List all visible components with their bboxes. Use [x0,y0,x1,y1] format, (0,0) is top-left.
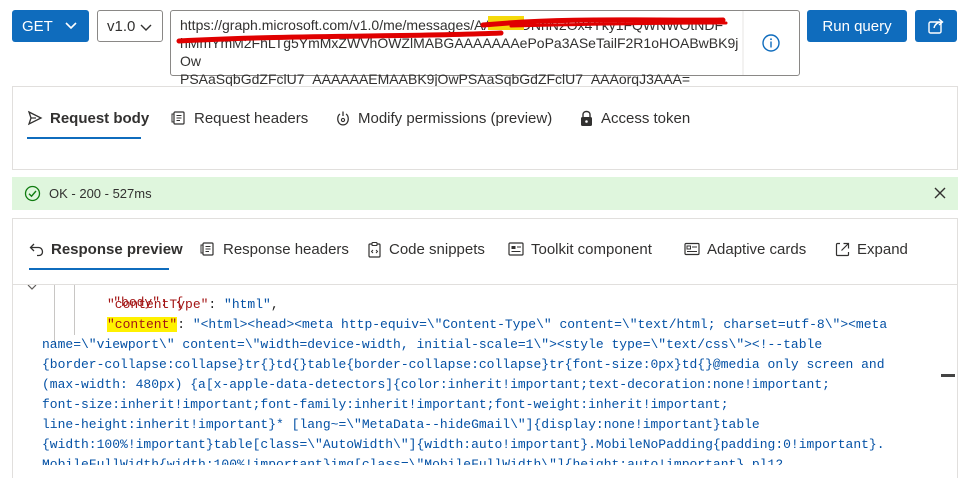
code-line: (max-width: 480px) {a[x-apple-data-detec… [42,377,830,392]
permissions-icon [337,111,349,126]
active-tab-indicator [29,268,169,270]
code-line: name=\"viewport\" content=\"width=device… [42,337,823,352]
toolkit-icon [508,242,524,256]
headers-icon [171,111,185,125]
tab-label: Toolkit component [531,240,652,258]
tab-request-headers[interactable]: Request headers [171,108,308,128]
http-method-dropdown[interactable]: GET [12,10,89,42]
close-icon[interactable] [934,187,946,199]
check-circle-icon [24,185,41,202]
tab-expand[interactable]: Expand [835,239,908,259]
tab-request-body[interactable]: Request body [27,108,149,128]
version-dropdown[interactable]: v1.0 [97,10,163,42]
tab-label: Code snippets [389,240,485,258]
tab-modify-permissions[interactable]: Modify permissions (preview) [335,108,552,128]
code-line: MobileFullWidth{width:100%!important}img… [42,457,784,465]
run-query-button[interactable]: Run query [807,10,907,42]
request-panel: Request body Request headers Modify perm… [12,86,958,170]
share-icon [928,18,944,34]
tab-label: Response preview [51,240,183,258]
chevron-down-icon[interactable] [26,285,38,292]
lock-icon [581,110,592,126]
chevron-down-icon [140,24,152,31]
minimap-scroll-marker[interactable] [941,374,955,377]
tab-label: Access token [601,109,691,127]
code-token-highlighted: "content" [107,317,178,332]
code-line: line-height:inherit!important}* [lang~=\… [42,417,760,432]
request-url-input[interactable]: https://graph.microsoft.com/v1.0/me/mess… [170,10,800,87]
share-button[interactable] [915,10,957,42]
status-bar: OK - 200 - 527ms [12,177,958,210]
tab-label: Response headers [223,240,349,258]
version-label: v1.0 [107,17,136,35]
code-line: {width:100%!important}table[class=\"Auto… [42,437,885,452]
indent-guide [74,285,75,335]
headers-icon [200,242,214,256]
tab-label: Expand [857,240,908,258]
code-line-content-type: "contentType": "html", [107,297,279,312]
status-text: OK - 200 - 527ms [49,186,152,201]
chevron-down-icon [65,22,77,30]
code-token: "contentType" [107,297,209,312]
redaction-marks [176,16,728,44]
http-method-label: GET [22,17,53,35]
send-icon [27,110,43,126]
undo-arrow-icon [29,243,44,256]
response-code-viewer[interactable]: "body": { "contentType": "html", "conten… [12,285,958,465]
tab-code-snippets[interactable]: Code snippets [367,239,485,259]
url-scrollbar[interactable] [742,11,744,75]
clipboard-icon [368,241,381,258]
expand-icon [835,242,850,256]
run-query-label: Run query [822,17,892,35]
tab-label: Adaptive cards [707,240,807,258]
code-token: "<html><head><meta http-equiv=\"Content-… [192,317,888,332]
tab-response-headers[interactable]: Response headers [200,239,349,259]
code-token: "html" [224,297,271,312]
active-tab-indicator [27,137,141,139]
code-line: {border-collapse:collapse}tr{}td{}table{… [42,357,885,372]
tab-label: Modify permissions (preview) [358,109,553,127]
tab-toolkit-component[interactable]: Toolkit component [508,239,652,259]
card-icon [684,242,700,256]
tab-access-token[interactable]: Access token [579,108,690,128]
tab-label: Request body [50,109,150,127]
tab-adaptive-cards[interactable]: Adaptive cards [684,239,806,259]
tab-label: Request headers [194,109,309,127]
code-line-content: "content": "<html><head><meta http-equiv… [107,317,888,332]
code-line: font-size:inherit!important;font-family:… [42,397,729,412]
tab-response-preview[interactable]: Response preview [29,239,183,259]
info-icon[interactable] [761,33,781,53]
